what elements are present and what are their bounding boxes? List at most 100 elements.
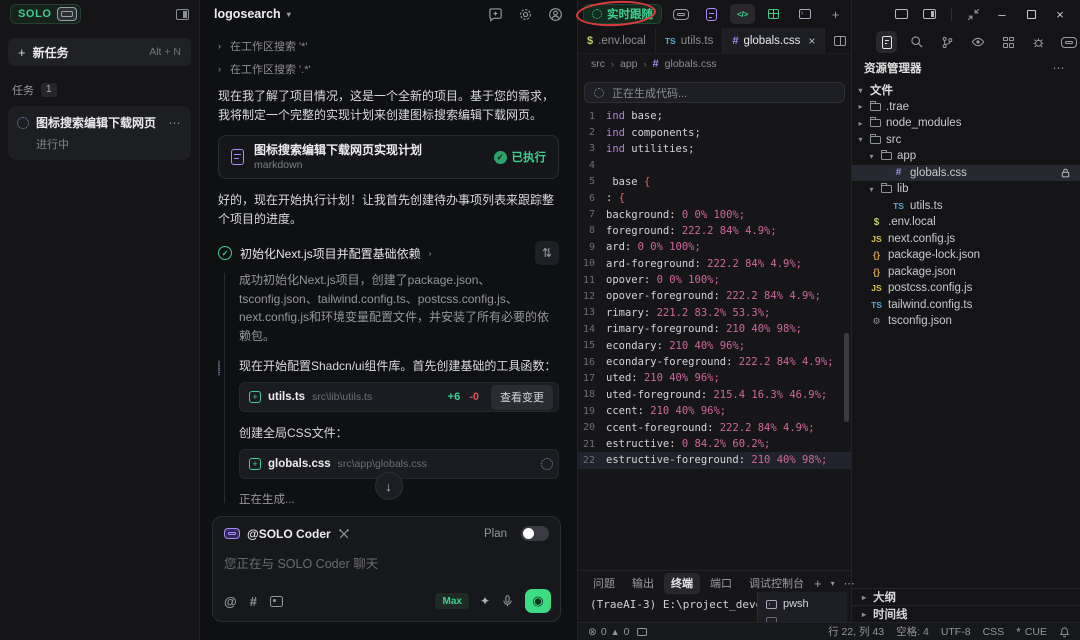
code-line[interactable]: 3ind utilities; — [578, 141, 851, 157]
language-mode[interactable]: CSS — [983, 626, 1005, 638]
source-control-button[interactable] — [937, 31, 958, 53]
new-terminal-icon[interactable]: + — [814, 576, 822, 591]
extensions-view-button[interactable] — [998, 31, 1019, 53]
screen-status-icon[interactable] — [637, 628, 647, 636]
panel-tab-调试控制台[interactable]: 调试控制台 — [742, 573, 811, 594]
code-line[interactable]: 2ind components; — [578, 124, 851, 140]
unfold-button[interactable]: ⇅ — [535, 241, 559, 265]
encoding[interactable]: UTF-8 — [941, 626, 971, 638]
code-line[interactable]: 4 — [578, 157, 851, 173]
file-change-card-utils[interactable]: + utils.ts src\lib\utils.ts +6 -0 查看变更 — [239, 382, 559, 412]
account-icon[interactable] — [548, 7, 563, 22]
code-line[interactable]: 7background: 0 0% 100%; — [578, 206, 851, 222]
editor-tab-utils.ts[interactable]: TSutils.ts — [656, 28, 723, 53]
tree-item-utils.ts[interactable]: TSutils.ts — [852, 198, 1080, 215]
code-line[interactable]: 19ccent: 210 40% 96%; — [578, 403, 851, 419]
microphone-icon[interactable] — [501, 594, 514, 608]
collapsed-step[interactable]: ›在工作区搜索 '.*' — [218, 57, 559, 80]
max-mode-chip[interactable]: Max — [435, 593, 468, 609]
restore-arrows-icon[interactable] — [967, 8, 980, 21]
send-button[interactable]: ◉ — [525, 589, 551, 613]
context-hash-icon[interactable]: # — [250, 594, 257, 609]
tree-item-src[interactable]: ▾src — [852, 132, 1080, 149]
code-line[interactable]: 8foreground: 222.2 84% 4.9%; — [578, 223, 851, 239]
tree-item-next.config.js[interactable]: JSnext.config.js — [852, 231, 1080, 248]
code-line[interactable]: 15econdary: 210 40% 96%; — [578, 337, 851, 353]
code-view-button[interactable]: </> — [730, 4, 755, 24]
close-tab-icon[interactable]: × — [808, 34, 815, 48]
code-line[interactable]: 14rimary-foreground: 210 40% 98%; — [578, 321, 851, 337]
minimize-button[interactable]: – — [995, 7, 1009, 21]
view-changes-button[interactable]: 查看变更 — [491, 385, 553, 410]
code-line[interactable]: 9ard: 0 0% 100%; — [578, 239, 851, 255]
tree-item-package.json[interactable]: {}package.json — [852, 264, 1080, 281]
settings-gear-icon[interactable] — [518, 7, 533, 22]
agent-view-button[interactable] — [668, 4, 693, 24]
new-task-button[interactable]: + 新任务 Alt + N — [8, 38, 191, 66]
tree-item-.trae[interactable]: ▸.trae — [852, 99, 1080, 116]
close-button[interactable]: × — [1053, 7, 1067, 21]
panel-tab-输出[interactable]: 输出 — [625, 573, 661, 594]
project-switcher[interactable]: logosearch ▾ — [214, 7, 291, 21]
code-line[interactable]: 13rimary: 221.2 83.2% 53.3%; — [578, 305, 851, 321]
explorer-more-icon[interactable]: ⋯ — [1053, 61, 1067, 75]
breadcrumb[interactable]: src› app› # globals.css — [578, 54, 851, 74]
code-line[interactable]: 1ind base; — [578, 108, 851, 124]
tree-section-files[interactable]: ▾文件 — [852, 82, 1080, 99]
panel-layout-icon[interactable] — [923, 9, 936, 19]
panel-tab-端口[interactable]: 端口 — [703, 573, 739, 594]
tree-item-tailwind.config.ts[interactable]: TStailwind.config.ts — [852, 297, 1080, 314]
search-view-button[interactable] — [906, 31, 927, 53]
code-line[interactable]: 18uted-foreground: 215.4 16.3% 46.9%; — [578, 387, 851, 403]
plan-document-card[interactable]: 图标搜索编辑下载网页实现计划 markdown ✓ 已执行 — [218, 135, 559, 179]
editor-tab-.env.local[interactable]: $.env.local — [578, 28, 656, 53]
code-line[interactable]: 12opover-foreground: 222.2 84% 4.9%; — [578, 288, 851, 304]
code-editor[interactable]: 正在生成代码... 1ind base;2ind components;3ind… — [578, 74, 851, 570]
todo-item[interactable]: ✓ 初始化Next.js项目并配置基础依赖 › ⇅ — [218, 241, 559, 265]
editor-scrollbar[interactable] — [844, 333, 849, 422]
tree-item-tsconfig.json[interactable]: ⚙tsconfig.json — [852, 313, 1080, 330]
code-line[interactable]: 6: { — [578, 190, 851, 206]
document-view-button[interactable] — [699, 4, 724, 24]
panel-more-icon[interactable]: ⋯ — [844, 577, 857, 590]
file-change-card-globals[interactable]: + globals.css src\app\globals.css — [239, 449, 559, 479]
problems-status[interactable]: ⊗0 ▲0 — [588, 626, 629, 638]
code-line[interactable]: 20ccent-foreground: 222.2 84% 4.9%; — [578, 419, 851, 435]
maximize-button[interactable] — [1024, 7, 1038, 21]
new-chat-icon[interactable] — [488, 7, 503, 22]
chat-input-placeholder[interactable]: 您正在与 SOLO Coder 聊天 — [224, 553, 549, 572]
code-line[interactable]: 5 base { — [578, 174, 851, 190]
task-list-item[interactable]: 图标搜索编辑下载网页 ⋯ 进行中 — [8, 106, 191, 160]
code-line[interactable]: 16econdary-foreground: 222.2 84% 4.9%; — [578, 354, 851, 370]
ai-chat-view-button[interactable] — [1059, 31, 1080, 53]
monitor-layout-icon[interactable] — [895, 9, 908, 19]
editor-tab-globals.css[interactable]: #globals.css× — [723, 28, 825, 53]
tree-item-globals.css[interactable]: #globals.css — [852, 165, 1080, 182]
watch-view-button[interactable] — [967, 31, 988, 53]
breadcrumb-src[interactable]: src — [591, 58, 605, 70]
shell-item-pwsh[interactable]: › pwsh — [766, 598, 839, 610]
code-line[interactable]: 22estructive-foreground: 210 40% 98%; — [578, 452, 851, 468]
breadcrumb-app[interactable]: app — [620, 58, 638, 70]
plan-toggle[interactable] — [521, 526, 549, 541]
shell-item-partial[interactable] — [766, 617, 839, 622]
cursor-position[interactable]: 行 22, 列 43 — [828, 624, 884, 639]
tree-item-.env.local[interactable]: $.env.local — [852, 214, 1080, 231]
timeline-section[interactable]: ▸时间线 — [852, 605, 1080, 622]
code-line[interactable]: 21estructive: 0 84.2% 60.2%; — [578, 436, 851, 452]
explorer-view-button[interactable] — [876, 31, 897, 53]
collapsed-step[interactable]: ›在工作区搜索 '*' — [218, 34, 559, 57]
task-more-icon[interactable]: ⋯ — [169, 116, 183, 130]
debug-view-button[interactable] — [1028, 31, 1049, 53]
code-line[interactable]: 17uted: 210 40% 96%; — [578, 370, 851, 386]
scroll-to-bottom-button[interactable]: ↓ — [375, 472, 403, 500]
tree-item-app[interactable]: ▾app — [852, 148, 1080, 165]
collapse-sidebar-icon[interactable] — [176, 9, 189, 20]
breadcrumb-file[interactable]: globals.css — [665, 58, 717, 70]
tree-item-node_modules[interactable]: ▸node_modules — [852, 115, 1080, 132]
chat-input-card[interactable]: @SOLO Coder Plan 您正在与 SOLO Coder 聊天 @ # … — [212, 516, 561, 622]
terminal-view-button[interactable]: › — [792, 4, 817, 24]
enhance-sparkle-icon[interactable]: ✦ — [480, 594, 490, 608]
attach-image-icon[interactable] — [270, 596, 283, 607]
tools-icon[interactable] — [338, 528, 350, 540]
